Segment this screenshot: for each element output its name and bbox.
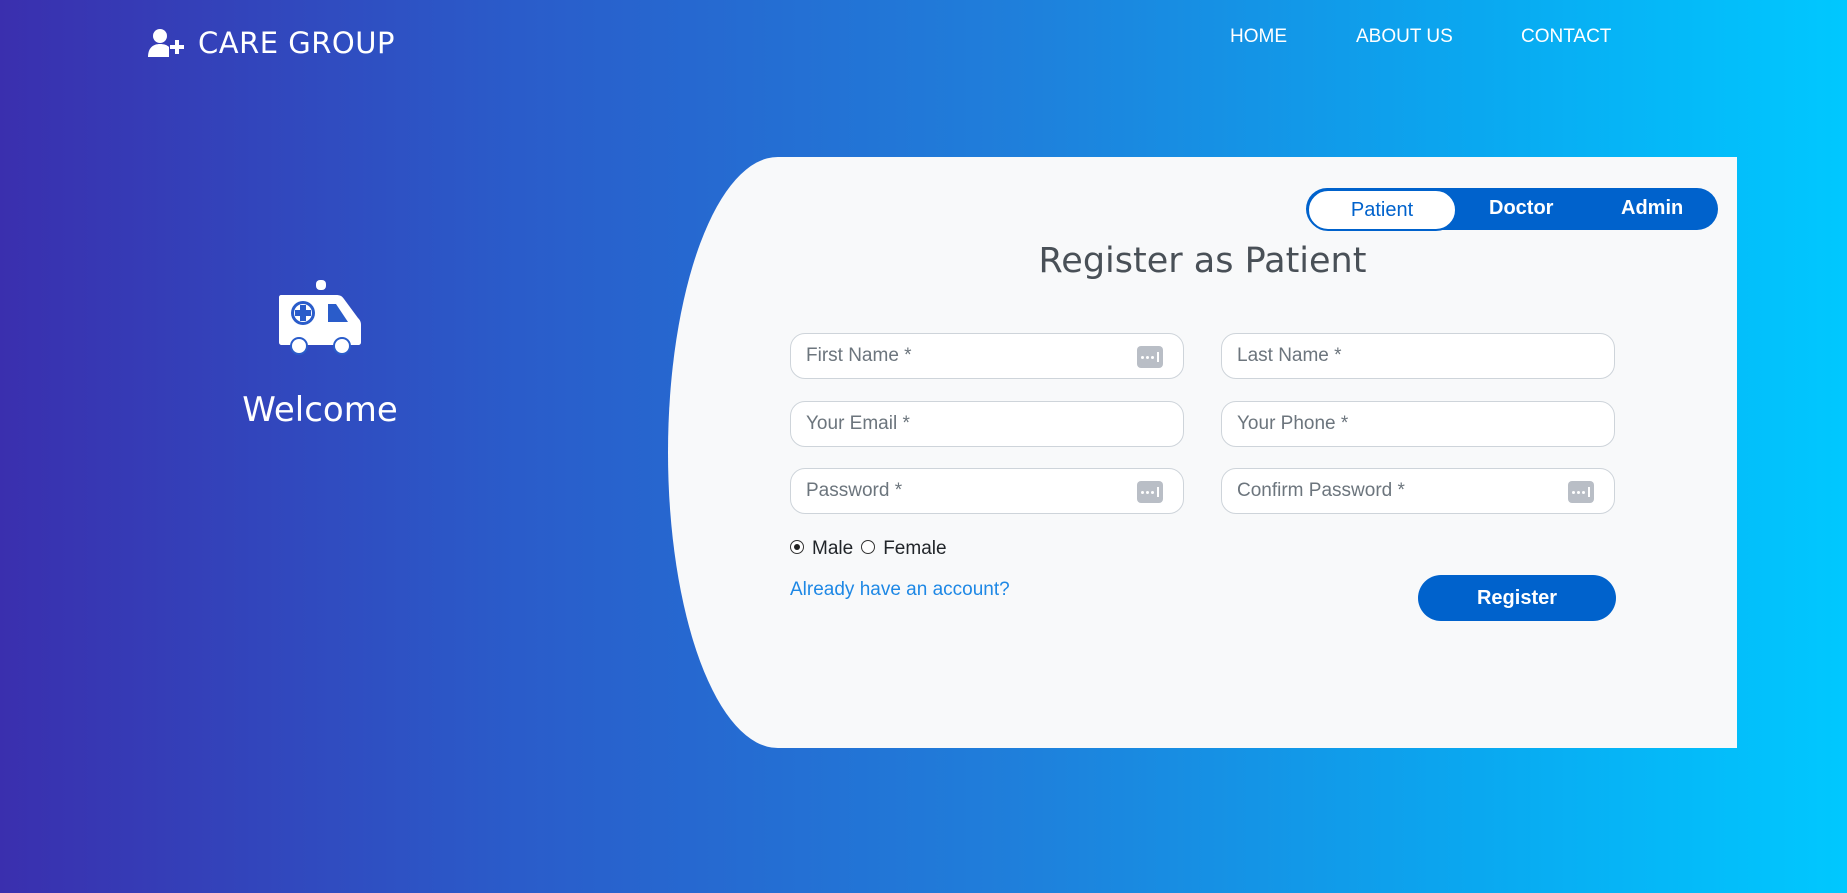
gender-radio-female[interactable] — [861, 540, 876, 554]
gender-radio-male[interactable] — [790, 540, 804, 554]
first-name-field — [790, 333, 1184, 379]
tab-patient[interactable]: Patient — [1307, 189, 1457, 231]
confirm-password-input[interactable] — [1222, 469, 1557, 513]
tab-admin[interactable]: Admin — [1621, 188, 1683, 230]
brand[interactable]: CARE GROUP — [148, 26, 395, 60]
first-name-input[interactable] — [791, 334, 1126, 378]
user-plus-icon — [148, 29, 184, 57]
tab-doctor[interactable]: Doctor — [1489, 188, 1553, 230]
last-name-input[interactable] — [1222, 334, 1557, 378]
login-link[interactable]: Already have an account? — [790, 579, 1010, 601]
email-field — [790, 401, 1184, 447]
register-card: Patient Doctor Admin Register as Patient — [668, 157, 1737, 748]
password-manager-icon[interactable] — [1137, 481, 1163, 503]
last-name-field — [1221, 333, 1615, 379]
password-manager-icon[interactable] — [1568, 481, 1594, 503]
gender-label-male: Male — [812, 538, 854, 559]
email-input[interactable] — [791, 402, 1126, 446]
ambulance-icon — [279, 280, 361, 355]
register-button[interactable]: Register — [1418, 575, 1616, 621]
nav-link-about-us[interactable]: ABOUT US — [1356, 26, 1453, 48]
password-input[interactable] — [791, 469, 1126, 513]
page: CARE GROUP HOME ABOUT US CONTACT Welcome… — [0, 0, 1847, 893]
welcome-panel: Welcome — [200, 280, 440, 430]
form-title: Register as Patient — [1038, 241, 1367, 281]
nav-link-home[interactable]: HOME — [1230, 26, 1287, 48]
confirm-password-field — [1221, 468, 1615, 514]
password-manager-icon[interactable] — [1137, 346, 1163, 368]
nav-link-contact[interactable]: CONTACT — [1521, 26, 1611, 48]
password-field — [790, 468, 1184, 514]
gender-group: Male Female — [790, 538, 947, 560]
role-toggle: Patient Doctor Admin — [1306, 188, 1718, 231]
phone-input[interactable] — [1222, 402, 1557, 446]
gender-label-female: Female — [883, 538, 947, 559]
brand-name: CARE GROUP — [198, 26, 395, 60]
phone-field — [1221, 401, 1615, 447]
welcome-title: Welcome — [242, 390, 398, 430]
